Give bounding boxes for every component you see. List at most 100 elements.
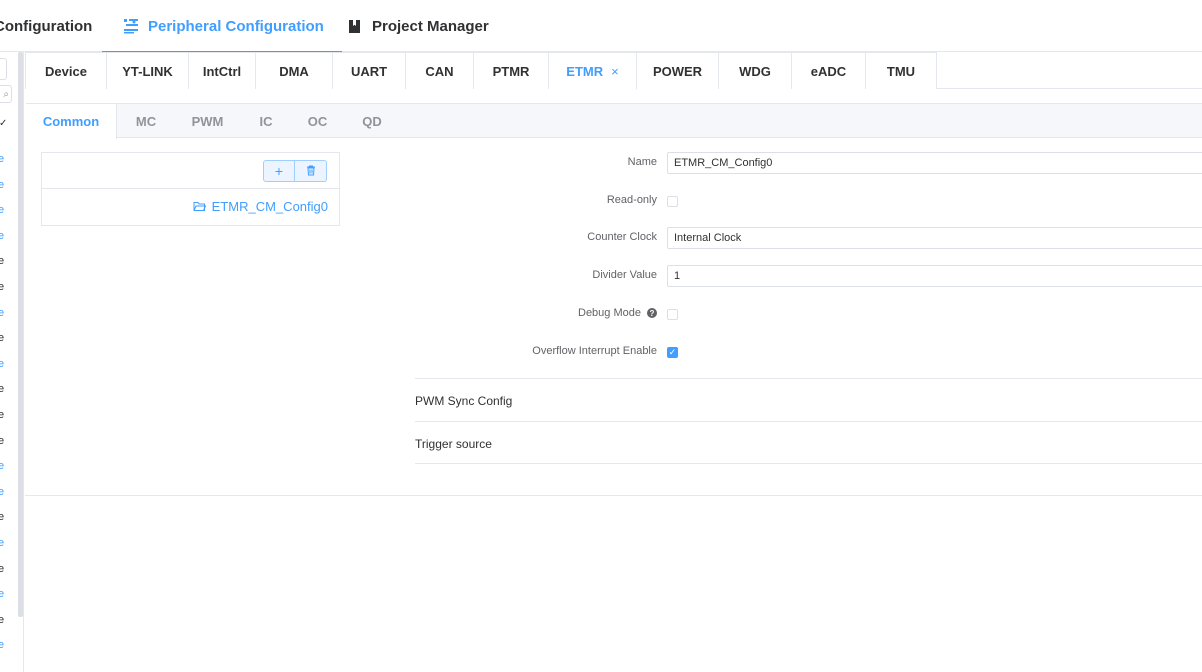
debug-mode-checkbox[interactable] [667, 309, 678, 320]
tab-label: YT-LINK [122, 63, 173, 79]
divider-value-label: Divider Value [592, 269, 657, 281]
debug-mode-row: Debug Mode ? [415, 303, 1202, 325]
pwm-sync-config-title: PWM Sync Config [415, 394, 513, 408]
tab-can[interactable]: CAN [406, 52, 474, 89]
tab-label: DMA [279, 63, 309, 79]
sidebar-item[interactable]: e [0, 510, 4, 524]
tab-label: IntCtrl [202, 63, 242, 79]
sidebar-filter-input[interactable] [0, 58, 7, 80]
trash-icon [306, 163, 316, 179]
add-config-button[interactable]: + [263, 160, 295, 182]
name-input[interactable]: ETMR_CM_Config0 [667, 152, 1202, 174]
sidebar-item[interactable]: e [0, 382, 4, 396]
peripheral-tabs: Device YT-LINK IntCtrl DMA UART CAN PTMR ETMR × P… [25, 52, 1202, 90]
overflow-interrupt-row: Overflow Interrupt Enable ✓ [415, 341, 1202, 363]
read-only-row: Read-only [415, 190, 1202, 212]
tab-project-manager-label: Project Manager [372, 17, 489, 35]
peripheral-icon [122, 17, 140, 35]
plus-icon: + [274, 163, 284, 179]
etmr-subtabs: Common MC PWM IC OC QD [26, 103, 1202, 139]
search-icon[interactable]: ⌕ [0, 85, 12, 103]
tab-peripheral-configuration-label: Peripheral Configuration [148, 17, 324, 35]
tab-label: ETMR [566, 63, 604, 79]
sidebar-item[interactable]: e [0, 536, 4, 550]
trigger-source-title: Trigger source [415, 437, 492, 451]
sidebar-item[interactable]: e [0, 638, 4, 652]
delete-config-button[interactable] [295, 160, 327, 182]
subtab-common[interactable]: Common [26, 104, 117, 139]
subtab-qd[interactable]: QD [343, 104, 401, 138]
config-button-group: + [263, 160, 327, 182]
divider-value-row: Divider Value 1 [415, 265, 1202, 287]
subtab-mc[interactable]: MC [117, 104, 175, 138]
trigger-source-section[interactable]: Trigger source [415, 421, 1202, 464]
sidebar-item[interactable]: e [0, 485, 4, 499]
tab-ptmr[interactable]: PTMR [474, 52, 549, 89]
help-icon[interactable]: ? [647, 308, 657, 318]
sidebar-item[interactable]: e [0, 459, 4, 473]
tab-label: TMU [886, 63, 916, 79]
sidebar-item[interactable]: e [0, 357, 4, 371]
subtab-oc[interactable]: OC [292, 104, 343, 138]
tab-peripheral-configuration[interactable]: Peripheral Configuration [102, 0, 342, 53]
name-row: Name ETMR_CM_Config0 [415, 152, 1202, 174]
sidebar-item[interactable]: e [0, 613, 4, 627]
tab-tmu[interactable]: TMU [866, 52, 937, 89]
config-list-item-label: ETMR_CM_Config0 [211, 199, 328, 214]
tab-eadc[interactable]: eADC [792, 52, 866, 89]
tab-intctrl[interactable]: IntCtrl [189, 52, 256, 89]
sidebar-item[interactable]: e [0, 562, 4, 576]
overflow-interrupt-label: Overflow Interrupt Enable [532, 345, 657, 357]
read-only-checkbox[interactable] [667, 196, 678, 207]
counter-clock-label: Counter Clock [587, 231, 657, 243]
sidebar-item[interactable]: e [0, 152, 4, 166]
sidebar-item[interactable]: e [0, 306, 4, 320]
main-panel: Device YT-LINK IntCtrl DMA UART CAN PTMR ETMR × P… [25, 52, 1202, 496]
pwm-sync-config-section[interactable]: PWM Sync Config [415, 378, 1202, 421]
tab-device[interactable]: Device [25, 52, 107, 89]
read-only-label: Read-only [606, 194, 657, 206]
counter-clock-row: Counter Clock Internal Clock [415, 227, 1202, 249]
sidebar: ⌕ ✓ eeeeeeeeeeeeeeeeeeee [0, 52, 24, 672]
tab-dma[interactable]: DMA [256, 52, 333, 89]
close-icon[interactable]: × [611, 64, 619, 79]
sidebar-item[interactable]: e [0, 587, 4, 601]
tab-project-manager[interactable]: Project Manager [346, 0, 489, 52]
sidebar-scrollbar[interactable] [18, 52, 23, 617]
counter-clock-select[interactable]: Internal Clock [667, 227, 1202, 249]
check-icon: ✓ [668, 347, 677, 357]
overflow-interrupt-checkbox[interactable]: ✓ [667, 347, 678, 358]
tab-configuration[interactable]: Configuration [0, 0, 92, 52]
tab-label: eADC [810, 63, 847, 79]
sidebar-item[interactable]: e [0, 331, 4, 345]
debug-mode-label: Debug Mode [578, 307, 641, 319]
tab-etmr[interactable]: ETMR × [549, 52, 637, 90]
tab-label: UART [350, 63, 388, 79]
name-label: Name [627, 156, 657, 168]
sidebar-item[interactable]: e [0, 178, 4, 192]
tab-uart[interactable]: UART [333, 52, 406, 89]
tab-yt-link[interactable]: YT-LINK [107, 52, 189, 89]
sidebar-item[interactable]: e [0, 229, 4, 243]
sidebar-item[interactable]: e [0, 254, 4, 268]
tab-label: POWER [652, 63, 703, 79]
divider-value-input[interactable]: 1 [667, 265, 1202, 287]
sidebar-item[interactable]: e [0, 408, 4, 422]
tab-wdg[interactable]: WDG [719, 52, 792, 89]
tab-power[interactable]: POWER [637, 52, 719, 89]
book-icon [346, 17, 364, 35]
subtab-ic[interactable]: IC [240, 104, 292, 138]
top-navigation: Configuration Peripheral Configuration P… [0, 0, 1202, 53]
tab-label: Device [45, 63, 87, 79]
sidebar-item[interactable]: e [0, 203, 4, 217]
folder-icon [193, 201, 207, 213]
config-list-item[interactable]: ETMR_CM_Config0 [193, 199, 328, 214]
subtab-pwm[interactable]: PWM [175, 104, 240, 138]
sidebar-item[interactable]: e [0, 280, 4, 294]
tab-configuration-label: Configuration [0, 17, 93, 35]
sidebar-item[interactable]: e [0, 434, 4, 448]
debug-mode-label-wrap: Debug Mode ? [578, 307, 657, 319]
chevron-down-icon[interactable]: ✓ [0, 118, 7, 129]
tab-label: WDG [739, 63, 771, 79]
tab-label: CAN [425, 63, 454, 79]
